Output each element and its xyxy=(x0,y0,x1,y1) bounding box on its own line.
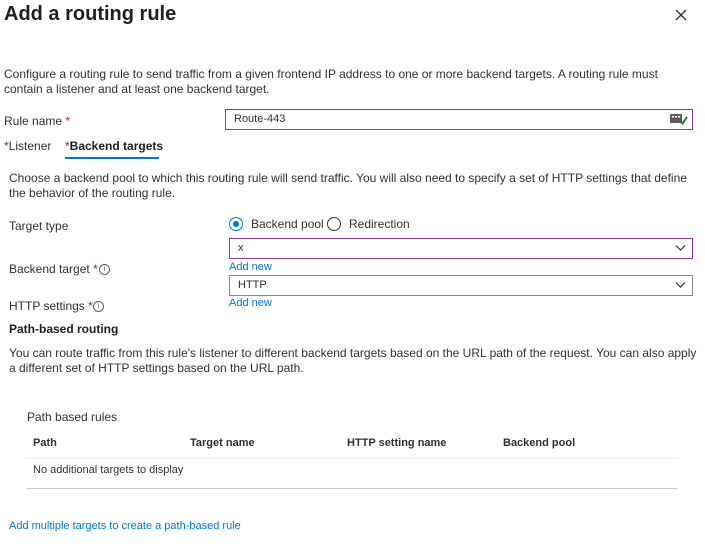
target-type-radio-group: Backend pool Redirection xyxy=(229,217,429,232)
rule-name-label: Rule name * xyxy=(4,114,71,128)
column-header-target-name[interactable]: Target name xyxy=(190,437,255,449)
radio-backend-pool-label[interactable]: Backend pool xyxy=(251,217,324,231)
backend-target-dropdown[interactable]: x xyxy=(229,238,693,259)
target-type-label: Target type xyxy=(9,219,69,233)
add-new-http-settings-link[interactable]: Add new xyxy=(229,297,272,309)
path-based-routing-heading: Path-based routing xyxy=(9,322,119,336)
add-multiple-targets-link[interactable]: Add multiple targets to create a path-ba… xyxy=(9,520,241,532)
radio-redirection[interactable] xyxy=(327,217,341,231)
column-header-http-setting-name[interactable]: HTTP setting name xyxy=(347,437,446,449)
tab-selected-indicator xyxy=(65,157,159,159)
rule-name-input[interactable]: Route-443 xyxy=(225,109,693,130)
chevron-down-icon xyxy=(675,282,686,288)
backend-description: Choose a backend pool to which this rout… xyxy=(9,171,687,200)
checkmark-icon xyxy=(670,112,688,126)
column-header-path[interactable]: Path xyxy=(33,437,57,449)
chevron-down-icon xyxy=(675,245,686,251)
radio-backend-pool[interactable] xyxy=(229,217,243,231)
add-new-backend-target-link[interactable]: Add new xyxy=(229,261,272,273)
table-header-divider xyxy=(27,458,677,459)
http-settings-label: HTTP settings * xyxy=(9,299,93,313)
http-settings-dropdown[interactable]: HTTP xyxy=(229,275,693,296)
backend-target-label: Backend target * xyxy=(9,262,98,276)
panel-title: Add a routing rule xyxy=(4,3,177,25)
column-header-backend-pool[interactable]: Backend pool xyxy=(503,437,575,449)
path-based-rules-title: Path based rules xyxy=(27,410,118,424)
info-icon[interactable]: i xyxy=(93,301,104,312)
backend-target-value: x xyxy=(238,242,244,254)
info-icon[interactable]: i xyxy=(99,264,110,275)
http-settings-value: HTTP xyxy=(238,279,267,291)
tab-backend-targets[interactable]: *Backend targets xyxy=(65,139,163,153)
close-icon[interactable] xyxy=(671,5,691,25)
tab-listener[interactable]: *Listener xyxy=(4,139,51,153)
required-marker: * xyxy=(65,114,71,128)
table-empty-message: No additional targets to display xyxy=(33,464,184,476)
radio-redirection-label[interactable]: Redirection xyxy=(349,217,410,231)
path-based-routing-description: You can route traffic from this rule's l… xyxy=(9,346,697,375)
rule-name-value: Route-443 xyxy=(234,113,286,125)
panel-description: Configure a routing rule to send traffic… xyxy=(4,67,658,96)
table-bottom-divider xyxy=(27,488,677,489)
